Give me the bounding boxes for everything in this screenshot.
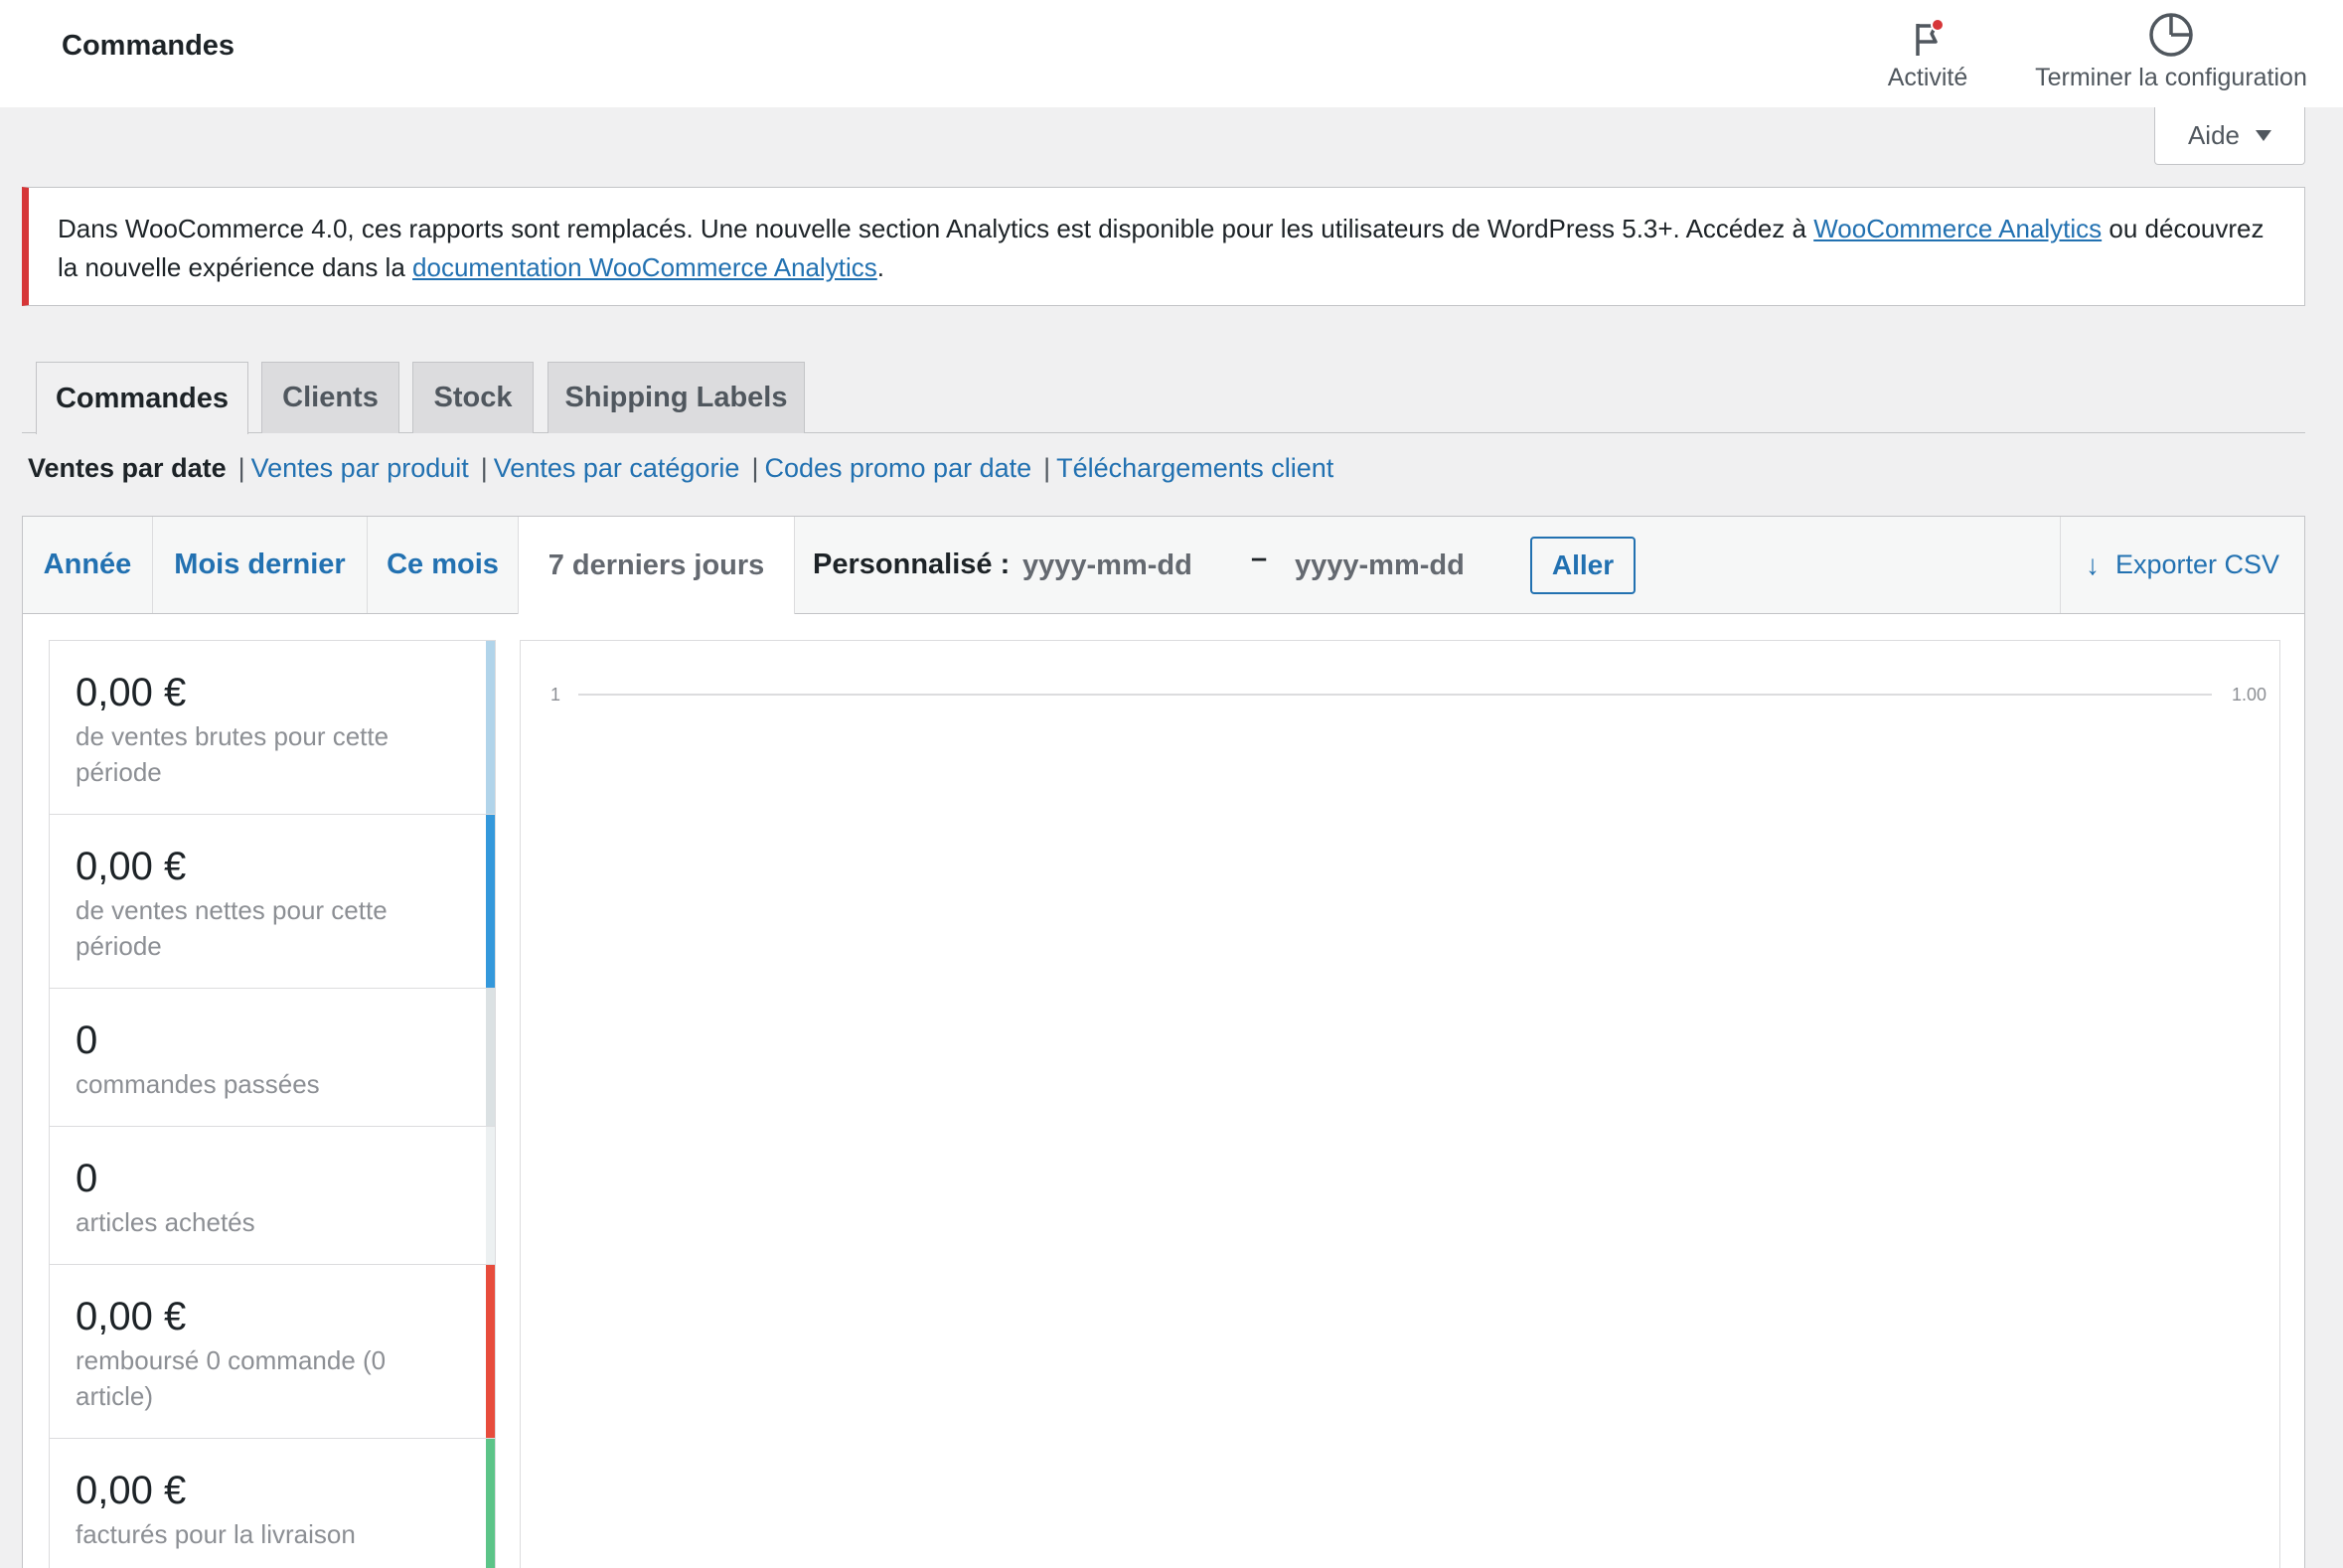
legend-item-net-sales[interactable]: 0,00 € de ventes nettes pour cette pério… bbox=[49, 814, 496, 988]
go-button[interactable]: Aller bbox=[1530, 537, 1636, 594]
notice-text-after: . bbox=[876, 252, 884, 282]
notice-text-before: Dans WooCommerce 4.0, ces rapports sont … bbox=[58, 214, 1814, 243]
activity-button[interactable]: Activité bbox=[1868, 6, 1987, 101]
custom-range-label: Personnalisé : bbox=[813, 549, 1011, 580]
legend-description: articles achetés bbox=[76, 1207, 255, 1237]
subnav-coupons-by-date[interactable]: Codes promo par date bbox=[764, 453, 1031, 484]
download-arrow-icon: ↓ bbox=[2085, 549, 2100, 580]
report-panel: Année Mois dernier Ce mois 7 derniers jo… bbox=[22, 516, 2305, 1568]
subnav-sales-by-category[interactable]: Ventes par catégorie bbox=[494, 453, 740, 484]
legend-item-gross-sales[interactable]: 0,00 € de ventes brutes pour cette pério… bbox=[49, 640, 496, 814]
legend-item-refunded[interactable]: 0,00 € remboursé 0 commande (0 article) bbox=[49, 1264, 496, 1438]
finish-setup-label: Terminer la configuration bbox=[2035, 64, 2307, 91]
tab-stock[interactable]: Stock bbox=[412, 362, 534, 433]
help-tab-button[interactable]: Aide bbox=[2154, 107, 2305, 165]
subnav-customer-downloads[interactable]: Téléchargements client bbox=[1056, 453, 1333, 484]
subnav-current-sales-by-date: Ventes par date bbox=[28, 453, 227, 483]
report-tabs: Commandes Clients Stock Shipping Labels bbox=[22, 362, 2305, 434]
legend-color-bar bbox=[486, 989, 495, 1126]
legend-item-orders-placed[interactable]: 0 commandes passées bbox=[49, 988, 496, 1126]
legend-description: de ventes brutes pour cette période bbox=[76, 721, 390, 787]
legend-amount: 0,00 € bbox=[76, 845, 187, 888]
tab-commandes[interactable]: Commandes bbox=[36, 362, 248, 434]
help-label: Aide bbox=[2187, 120, 2241, 150]
legend-amount: 0 bbox=[76, 1019, 98, 1062]
export-csv-label: Exporter CSV bbox=[2114, 549, 2280, 579]
subnav-separator: | bbox=[480, 453, 488, 483]
subnav-separator: | bbox=[237, 453, 245, 483]
top-header: Commandes Activité Terminer la configura… bbox=[0, 0, 2343, 107]
chart-legend: 0,00 € de ventes brutes pour cette pério… bbox=[49, 640, 496, 1568]
legend-color-bar bbox=[486, 1265, 495, 1438]
legend-description: de ventes nettes pour cette période bbox=[76, 895, 388, 961]
subnav-separator: | bbox=[1043, 453, 1051, 483]
analytics-notice: Dans WooCommerce 4.0, ces rapports sont … bbox=[22, 187, 2305, 306]
date-range-bar: Année Mois dernier Ce mois 7 derniers jo… bbox=[23, 517, 2304, 614]
activity-label: Activité bbox=[1887, 64, 1968, 91]
finish-setup-button[interactable]: Terminer la configuration bbox=[2017, 6, 2325, 101]
range-this-month[interactable]: Ce mois bbox=[368, 517, 519, 613]
export-csv-button[interactable]: ↓ Exporter CSV bbox=[2060, 517, 2304, 613]
date-range-dash: – bbox=[1251, 543, 1268, 574]
legend-color-bar bbox=[486, 815, 495, 988]
report-subnav: Ventes par date | Ventes par produit | V… bbox=[28, 453, 1333, 484]
legend-description: commandes passées bbox=[76, 1069, 320, 1099]
legend-amount: 0,00 € bbox=[76, 1295, 187, 1338]
range-last-7-days[interactable]: 7 derniers jours bbox=[518, 517, 795, 614]
progress-circle-icon bbox=[2148, 6, 2194, 58]
tab-shipping-labels[interactable]: Shipping Labels bbox=[547, 362, 805, 433]
range-year[interactable]: Année bbox=[23, 517, 153, 613]
legend-item-items-purchased[interactable]: 0 articles achetés bbox=[49, 1126, 496, 1264]
range-last-month[interactable]: Mois dernier bbox=[153, 517, 368, 613]
flag-icon bbox=[1910, 6, 1946, 58]
legend-amount: 0,00 € bbox=[76, 671, 187, 714]
subnav-separator: | bbox=[751, 453, 759, 483]
legend-description: remboursé 0 commande (0 article) bbox=[76, 1345, 387, 1411]
sales-chart: 1 1.00 bbox=[520, 640, 2280, 1568]
chart-svg: 1 1.00 bbox=[550, 685, 2266, 705]
triangle-down-icon bbox=[2256, 130, 2272, 141]
legend-color-bar bbox=[486, 1439, 495, 1568]
y-axis-right-tick: 1.00 bbox=[2232, 685, 2266, 705]
legend-description: facturés pour la livraison bbox=[76, 1519, 356, 1549]
page-title: Commandes bbox=[62, 30, 235, 62]
tab-clients[interactable]: Clients bbox=[261, 362, 399, 433]
legend-amount: 0 bbox=[76, 1157, 98, 1200]
subnav-sales-by-product[interactable]: Ventes par produit bbox=[251, 453, 469, 484]
legend-color-bar bbox=[486, 1127, 495, 1264]
analytics-documentation-link[interactable]: documentation WooCommerce Analytics bbox=[412, 252, 877, 282]
legend-amount: 0,00 € bbox=[76, 1469, 187, 1512]
date-to-input[interactable] bbox=[1295, 541, 1484, 590]
woocommerce-analytics-link[interactable]: WooCommerce Analytics bbox=[1813, 214, 2102, 243]
y-axis-left-tick: 1 bbox=[550, 685, 560, 705]
legend-item-shipping[interactable]: 0,00 € facturés pour la livraison bbox=[49, 1438, 496, 1568]
legend-color-bar bbox=[486, 641, 495, 814]
date-from-input[interactable] bbox=[1022, 541, 1211, 590]
